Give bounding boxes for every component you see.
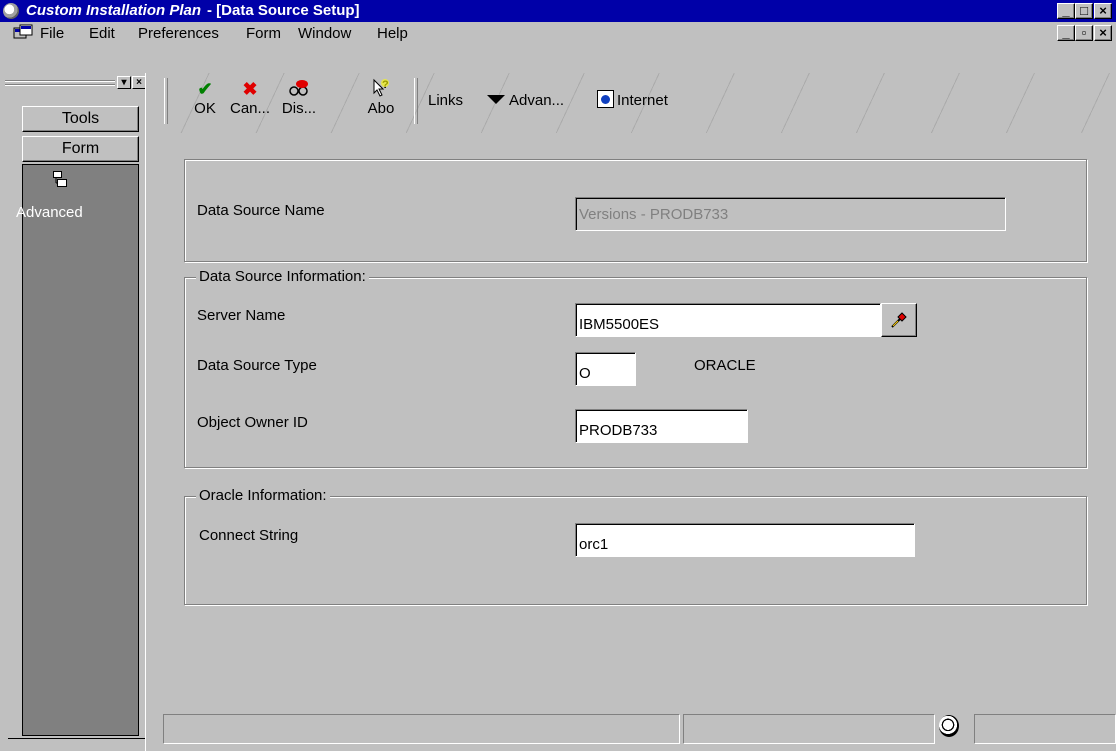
data-source-type-description: ORACLE: [694, 357, 756, 374]
oracle-info-title: Oracle Information:: [196, 487, 330, 504]
app-icon[interactable]: [3, 3, 19, 19]
server-search-button[interactable]: [881, 303, 917, 337]
menu-edit[interactable]: Edit: [89, 25, 115, 42]
about-button[interactable]: ? Abo: [366, 78, 396, 117]
display-label: Dis...: [281, 100, 317, 117]
data-source-name-label: Data Source Name: [197, 202, 325, 219]
data-source-name-field: Versions - PRODB733: [575, 197, 1006, 231]
menu-file[interactable]: File: [40, 25, 64, 42]
form-exits-panel: [22, 164, 139, 736]
internet-link[interactable]: Internet: [617, 92, 668, 109]
about-icon: ?: [366, 78, 396, 100]
object-owner-id-label: Object Owner ID: [197, 414, 308, 431]
menu-window[interactable]: Window: [298, 25, 351, 42]
object-owner-id-field[interactable]: PRODB733: [575, 409, 748, 443]
maximize-button[interactable]: □: [1075, 3, 1093, 19]
globe-icon: [939, 715, 959, 737]
status-pane-secondary: [683, 714, 935, 744]
document-title: - [Data Source Setup]: [207, 2, 360, 19]
visual-assist-icon: [891, 312, 907, 328]
title-bar: Custom Installation Plan - [Data Source …: [0, 0, 1116, 22]
data-source-type-field[interactable]: O: [575, 352, 636, 386]
menu-form[interactable]: Form: [246, 25, 281, 42]
minimize-button[interactable]: _: [1057, 3, 1075, 19]
form-button[interactable]: Form: [22, 136, 139, 162]
toolbar-separator: [414, 78, 418, 124]
server-name-label: Server Name: [197, 307, 286, 324]
display-icon: [279, 78, 319, 100]
display-button[interactable]: Dis...: [279, 78, 319, 117]
status-pane-right: [974, 714, 1116, 744]
doc-minimize-button[interactable]: _: [1057, 25, 1075, 41]
tools-button[interactable]: Tools: [22, 106, 139, 132]
pane-grip-lower[interactable]: [5, 84, 115, 86]
doc-close-button[interactable]: ×: [1094, 25, 1112, 41]
glasses-icon: [289, 80, 308, 96]
advanced-menu-label: Advan...: [509, 92, 565, 109]
cancel-icon: ✖: [242, 79, 258, 99]
pane-collapse-button[interactable]: ▾: [117, 76, 131, 89]
data-source-type-label: Data Source Type: [197, 357, 317, 374]
connect-string-label: Connect String: [199, 527, 299, 544]
connect-string-field[interactable]: orc1: [575, 523, 915, 557]
links-menu[interactable]: Links: [428, 92, 463, 109]
advanced-menu[interactable]: Advan...: [487, 92, 564, 109]
cancel-button[interactable]: ✖ Can...: [230, 78, 270, 117]
ok-button[interactable]: ✔ OK: [191, 78, 219, 117]
ok-label: OK: [194, 100, 216, 117]
dropdown-arrow-icon: [487, 95, 505, 104]
data-source-info-title: Data Source Information:: [196, 268, 369, 285]
document-menu-icon[interactable]: [13, 24, 33, 41]
about-label: Abo: [367, 100, 395, 117]
status-pane-main: [163, 714, 680, 744]
pane-grip[interactable]: [5, 80, 115, 82]
server-name-field[interactable]: IBM5500ES: [575, 303, 881, 337]
pane-bottom-edge: [8, 738, 149, 741]
menu-help[interactable]: Help: [377, 25, 408, 42]
pane-close-button[interactable]: ×: [132, 76, 146, 89]
toolbar-separator: [164, 78, 168, 124]
check-icon: ✔: [197, 79, 213, 99]
advanced-icon[interactable]: [53, 170, 67, 188]
menu-preferences[interactable]: Preferences: [138, 25, 219, 42]
advanced-label[interactable]: Advanced: [16, 204, 83, 221]
cancel-label: Can...: [230, 100, 271, 117]
doc-restore-button[interactable]: ▫: [1075, 25, 1093, 41]
app-title: Custom Installation Plan: [26, 2, 202, 19]
help-pointer-icon: ?: [373, 78, 389, 97]
internet-icon[interactable]: [597, 90, 614, 108]
close-button[interactable]: ×: [1094, 3, 1112, 19]
vertical-splitter[interactable]: [145, 73, 161, 751]
